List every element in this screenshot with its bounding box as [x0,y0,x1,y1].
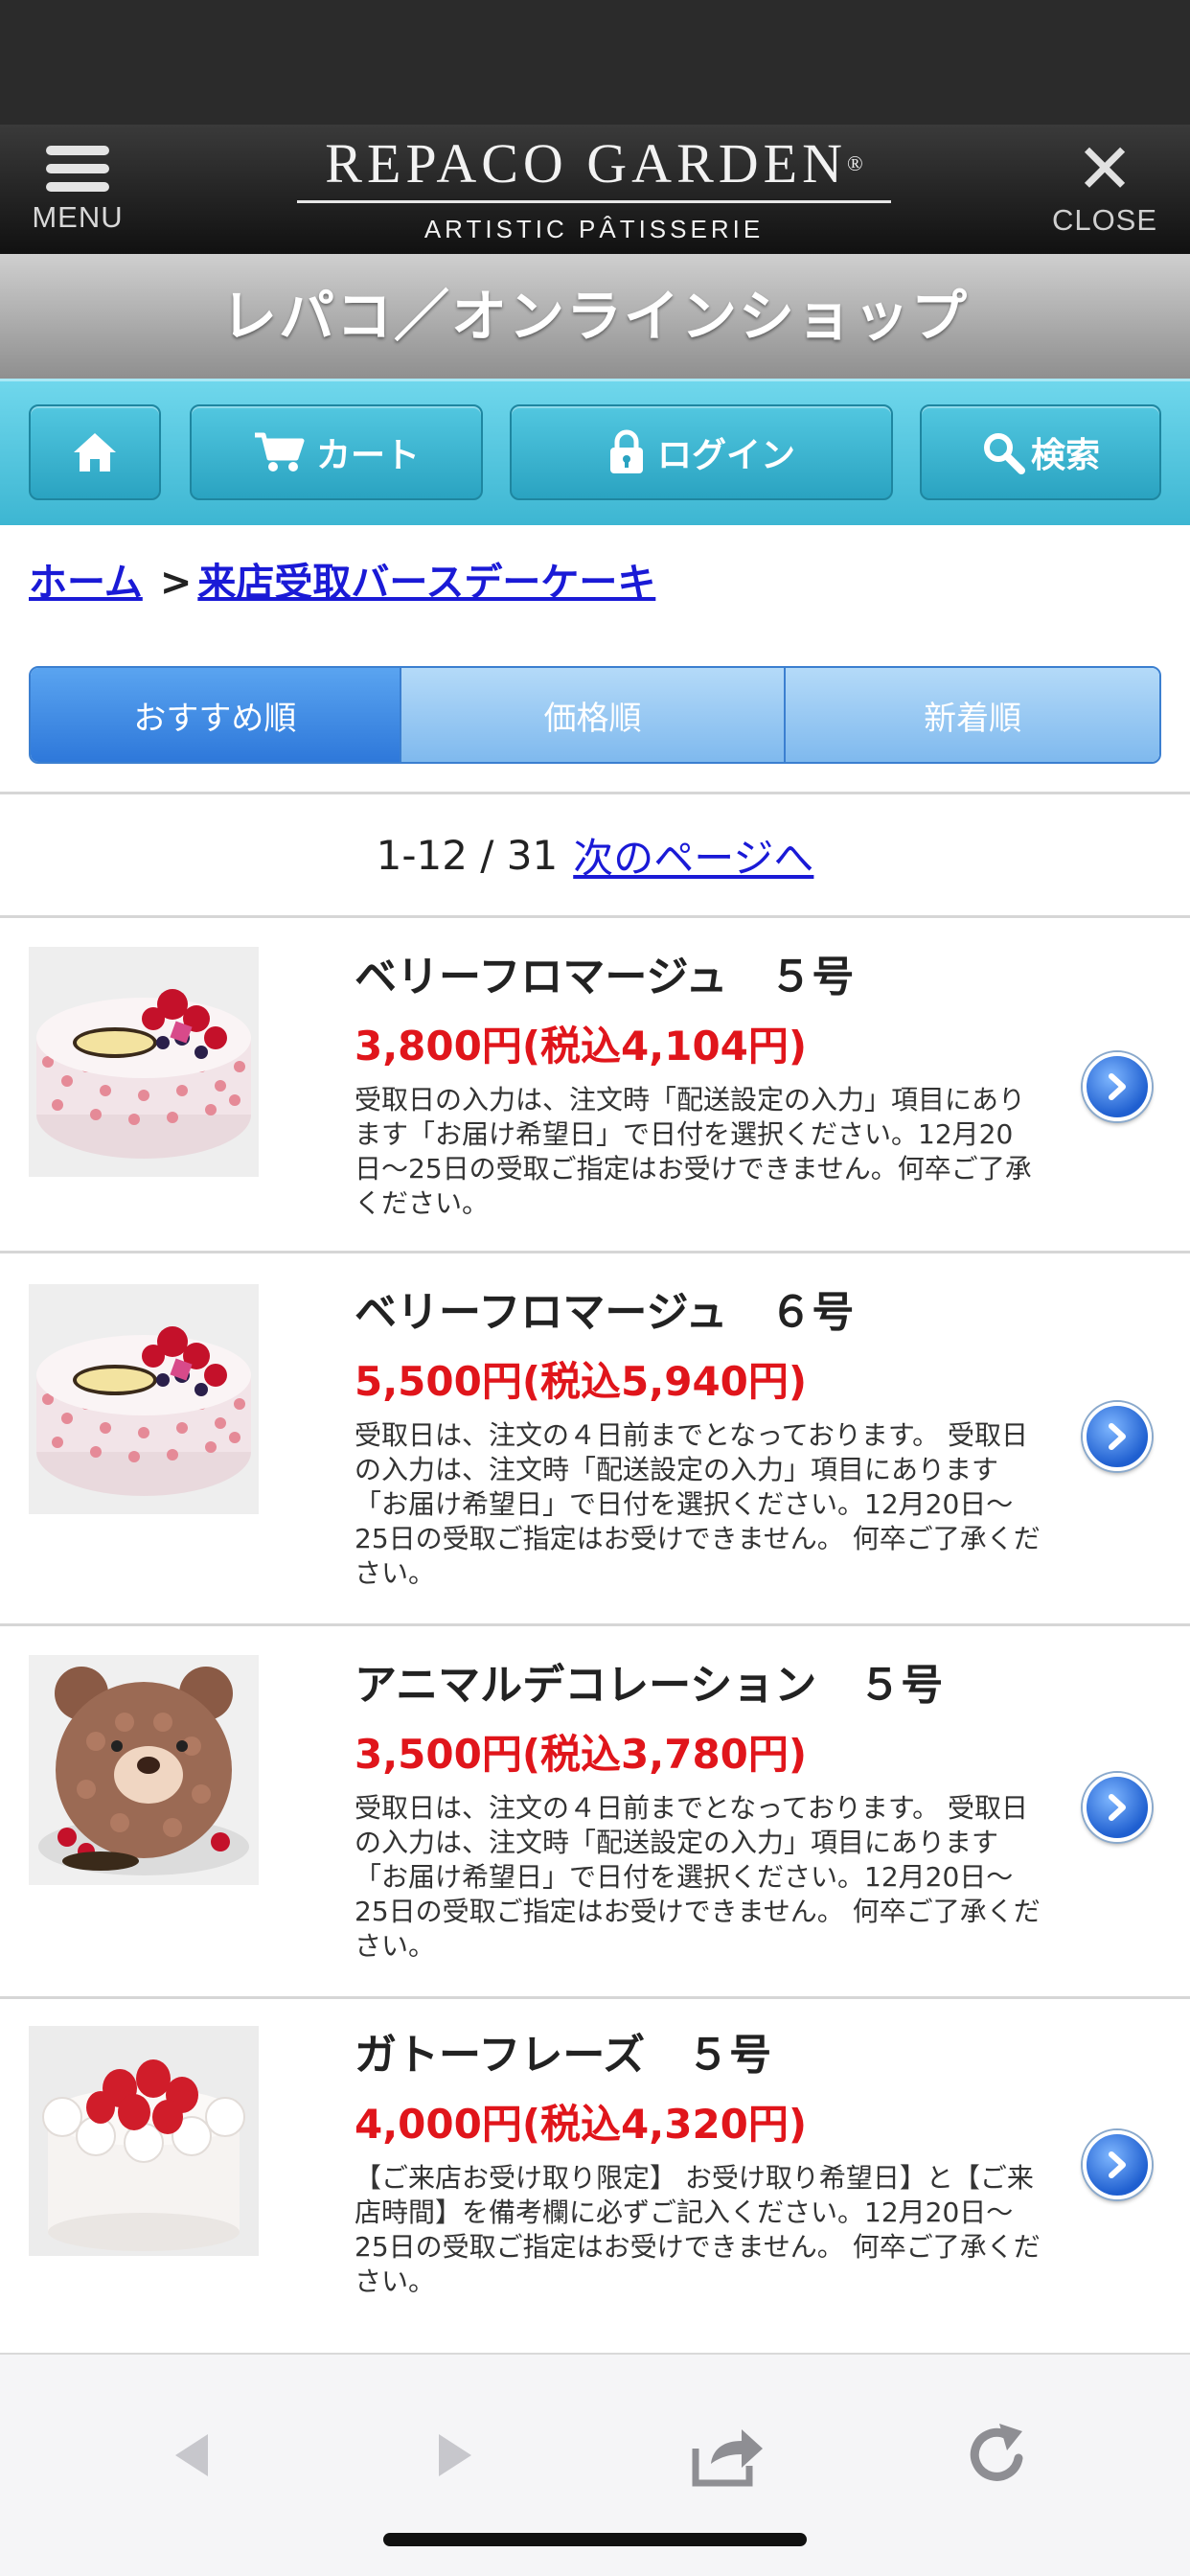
nav-search-label: 検索 [1030,436,1100,475]
close-button[interactable]: ✕ CLOSE [1042,134,1167,240]
hamburger-icon [46,146,109,192]
brand-logo[interactable]: REPACO GARDEN® ARTISTIC PÂTISSERIE [268,129,920,244]
nav-home-button[interactable] [29,404,161,500]
go-arrow-icon[interactable] [1083,2130,1152,2199]
breadcrumb-separator: > [159,561,193,605]
product-item[interactable]: ベリーフロマージュ ６号 5,500円(税込5,940円) 受取日は、注文の４日… [0,1254,1190,1623]
breadcrumb-category-link[interactable]: 来店受取バースデーケーキ [197,561,655,605]
pager: 1-12 / 31 次のページへ [0,795,1190,915]
go-arrow-icon[interactable] [1083,1052,1152,1121]
nav-cart-label: カート [315,436,420,475]
product-image-berry-cake[interactable] [29,1284,259,1514]
product-price: 3,500円(税込3,780円) [355,1731,808,1778]
brand-rule [297,200,891,203]
product-price: 3,800円(税込4,104円) [355,1023,808,1070]
sort-tab-recommended[interactable]: おすすめ順 [31,668,401,762]
product-item[interactable]: ガトーフレーズ ５号 4,000円(税込4,320円) 【ご来店お受け取り限定】… [0,1999,1190,2333]
product-title[interactable]: アニマルデコレーション ５号 [355,1650,943,1712]
product-title[interactable]: ベリーフロマージュ ５号 [355,942,854,1003]
product-image-strawberry-cake[interactable] [29,2026,259,2256]
share-icon [692,2429,763,2487]
breadcrumb: ホーム > 来店受取バースデーケーキ [29,551,655,607]
reload-button[interactable] [953,2412,1040,2498]
nav-login-button[interactable]: ログイン [510,404,893,500]
breadcrumb-home-link[interactable]: ホーム [29,561,143,605]
product-item[interactable]: アニマルデコレーション ５号 3,500円(税込3,780円) 受取日は、注文の… [0,1626,1190,1996]
sort-tab-newest[interactable]: 新着順 [786,668,1159,762]
product-description: 受取日は、注文の４日前までとなっております。 受取日の入力は、注文時「配送設定の… [355,1792,1041,1962]
product-price: 5,500円(税込5,940円) [355,1358,808,1405]
nav-cart-button[interactable]: カート [190,404,483,500]
search-icon [981,430,1025,474]
product-description: 受取日の入力は、注文時「配送設定の入力」項目にあります「お届け希望日」で日付を選… [355,1084,1032,1219]
nav-login-label: ログイン [656,436,795,475]
product-price: 4,000円(税込4,320円) [355,2101,808,2148]
reload-icon [970,2424,1023,2481]
sort-tabs: おすすめ順 価格順 新着順 [29,666,1161,764]
home-icon [74,433,116,472]
product-description: 【ご来店お受け取り限定】 お受け取り希望日】と【ご来店時間】を備考欄に必ずご記入… [355,2162,1041,2297]
go-arrow-icon[interactable] [1083,1402,1152,1471]
back-icon [175,2434,208,2476]
status-bar [0,0,1190,125]
product-image-berry-cake[interactable] [29,947,259,1177]
product-item[interactable]: ベリーフロマージュ ５号 3,800円(税込4,104円) 受取日の入力は、注文… [0,918,1190,1251]
home-indicator [383,2533,807,2546]
product-description: 受取日は、注文の４日前までとなっております。 受取日の入力は、注文時「配送設定の… [355,1419,1041,1589]
shop-title-bar: レパコ／オンラインショップ [0,254,1190,379]
nav-bar: カート ログイン 検索 [0,379,1190,525]
go-arrow-icon[interactable] [1083,1773,1152,1842]
product-image-bear-cake[interactable] [29,1655,259,1885]
back-button[interactable] [149,2412,235,2498]
site-header: MENU REPACO GARDEN® ARTISTIC PÂTISSERIE … [0,125,1190,254]
product-title[interactable]: ガトーフレーズ ５号 [355,2020,771,2082]
divider [0,792,1190,794]
brand-name: REPACO GARDEN [325,132,847,195]
shop-title: レパコ／オンラインショップ [220,284,969,349]
lock-icon [607,429,646,475]
sort-tab-price[interactable]: 価格順 [400,668,787,762]
forward-icon [439,2434,471,2476]
brand-subtitle: ARTISTIC PÂTISSERIE [423,215,765,243]
menu-label: MENU [32,200,124,234]
result-count: 1-12 / 31 [376,832,559,879]
close-label: CLOSE [1051,203,1158,237]
next-page-link[interactable]: 次のページへ [573,826,813,885]
cart-icon [253,431,305,473]
menu-button[interactable]: MENU [21,134,134,240]
close-icon: ✕ [1075,128,1134,209]
product-title[interactable]: ベリーフロマージュ ６号 [355,1277,854,1339]
nav-search-button[interactable]: 検索 [920,404,1161,500]
forward-button[interactable] [412,2412,498,2498]
share-button[interactable] [685,2412,771,2498]
registered-mark: ® [846,151,863,175]
